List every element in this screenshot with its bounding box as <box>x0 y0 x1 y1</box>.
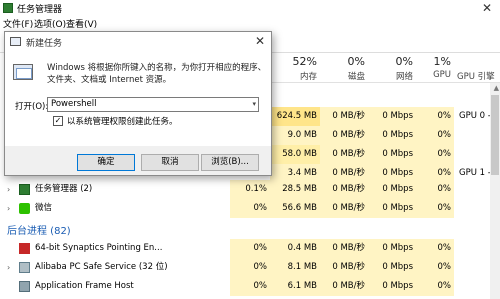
ok-button[interactable]: 确定 <box>77 154 135 171</box>
column-gpu[interactable]: 1% GPU <box>416 55 451 80</box>
table-row-task-manager[interactable]: › 任务管理器 (2) 0.1% 28.5 MB 0 MB/秒 0 Mbps 0… <box>0 180 500 199</box>
menu-bar: 文件(F) 选项(O) 查看(V) <box>0 16 500 31</box>
new-task-dialog: 新建任务 ✕ Windows 将根据你所键入的名称，为你打开相应的程序、文件夹、… <box>4 31 272 176</box>
chevron-right-icon[interactable]: › <box>7 258 10 277</box>
scrollbar-thumb[interactable] <box>491 95 499 175</box>
task-manager-icon <box>3 3 13 13</box>
table-row[interactable]: Application Frame Host 0% 6.1 MB 0 MB/秒 … <box>0 277 500 296</box>
chevron-right-icon[interactable]: › <box>7 180 10 199</box>
close-icon[interactable]: ✕ <box>482 1 492 15</box>
window-title: 任务管理器 <box>17 5 63 15</box>
table-row[interactable]: 64-bit Synaptics Pointing En... 0% 0.4 M… <box>0 239 500 258</box>
column-disk[interactable]: 0% 磁盘 <box>320 55 365 82</box>
menu-options[interactable]: 选项(O) <box>34 17 66 30</box>
open-input[interactable]: Powershell ▾ <box>47 97 259 112</box>
service-icon <box>19 262 30 273</box>
menu-file[interactable]: 文件(F) <box>3 17 33 30</box>
scroll-up-icon[interactable]: ▲ <box>494 84 499 92</box>
column-gpu-engine[interactable]: GPU 引擎 <box>457 55 497 82</box>
wechat-icon <box>19 203 30 214</box>
column-memory[interactable]: 52% 内存 <box>270 55 317 82</box>
title-bar: 任务管理器 ✕ <box>0 0 500 16</box>
dialog-description: Windows 将根据你所键入的名称，为你打开相应的程序、文件夹、文档或 Int… <box>47 63 267 85</box>
column-network[interactable]: 0% 网络 <box>368 55 413 82</box>
dialog-title: 新建任务 <box>26 39 63 49</box>
dialog-title-bar: 新建任务 ✕ <box>5 32 271 52</box>
task-manager-icon <box>19 184 30 195</box>
menu-view[interactable]: 查看(V) <box>66 17 97 30</box>
application-icon <box>19 281 30 292</box>
dialog-body: Windows 将根据你所键入的名称，为你打开相应的程序、文件夹、文档或 Int… <box>5 52 271 146</box>
cancel-button[interactable]: 取消 <box>141 154 199 171</box>
admin-checkbox-label: 以系统管理权限创建此任务。 <box>67 117 178 127</box>
browse-button[interactable]: 浏览(B)... <box>201 154 259 171</box>
open-label: 打开(O): <box>15 102 49 112</box>
admin-checkbox[interactable]: ✓ <box>53 116 63 126</box>
close-icon[interactable]: ✕ <box>255 34 265 48</box>
chevron-down-icon[interactable]: ▾ <box>252 98 256 111</box>
run-window-icon <box>10 37 21 46</box>
synaptics-icon <box>19 243 30 254</box>
table-row-wechat[interactable]: › 微信 0% 56.6 MB 0 MB/秒 0 Mbps 0% <box>0 199 500 218</box>
background-processes-header[interactable]: 后台进程 (82) <box>7 222 71 237</box>
chevron-right-icon[interactable]: › <box>7 199 10 218</box>
run-icon <box>13 64 33 80</box>
table-row[interactable]: › Alibaba PC Safe Service (32 位) 0% 8.1 … <box>0 258 500 277</box>
